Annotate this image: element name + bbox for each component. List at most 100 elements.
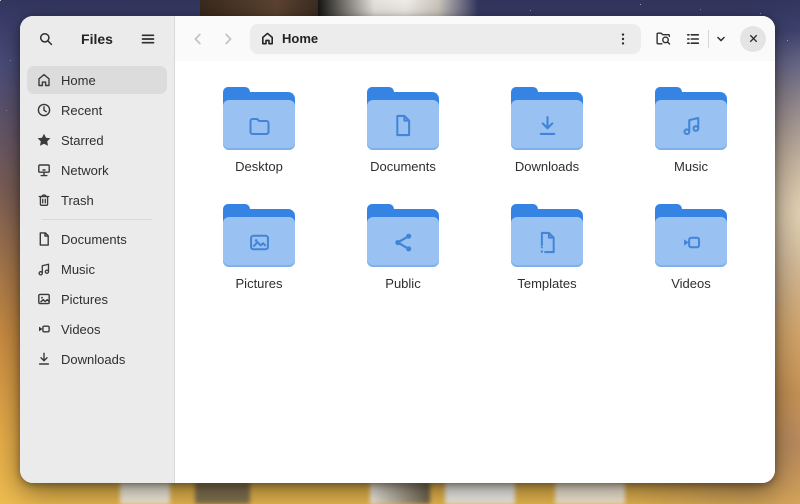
sidebar-item-label: Music (61, 261, 95, 277)
folder-name: Templates (517, 276, 577, 291)
folder-tile-documents[interactable]: Documents (331, 87, 475, 204)
sidebar-header: Files (20, 16, 174, 61)
image-icon (36, 291, 52, 307)
sidebar-places-list: Home Recent Starred Network Trash Docume… (20, 61, 174, 378)
sidebar-item-recent[interactable]: Recent (27, 96, 167, 124)
folder-name: Music (674, 159, 708, 174)
list-view-button[interactable] (679, 25, 707, 53)
path-bar[interactable]: Home (250, 23, 641, 54)
location-menu-button[interactable] (611, 27, 635, 51)
hamburger-menu-icon (140, 31, 156, 47)
folder-name: Desktop (235, 159, 283, 174)
close-window-button[interactable] (740, 25, 766, 52)
download-glyph (534, 112, 561, 139)
star-icon (36, 132, 52, 148)
wallpaper-stars (0, 0, 1, 1)
sidebar-item-downloads[interactable]: Downloads (27, 345, 167, 373)
back-chevron-icon (190, 31, 206, 47)
sidebar-item-home[interactable]: Home (27, 66, 167, 94)
clock-icon (36, 102, 52, 118)
trash-icon (36, 192, 52, 208)
list-view-icon (685, 31, 701, 47)
view-options-dropdown-button[interactable] (710, 25, 732, 53)
back-button[interactable] (184, 25, 212, 53)
image-glyph (246, 229, 273, 256)
folder-icon (511, 204, 583, 267)
folder-tile-pictures[interactable]: Pictures (187, 204, 331, 321)
sidebar-item-network[interactable]: Network (27, 156, 167, 184)
app-title: Files (81, 30, 113, 47)
wallpaper-rocket-exhaust (195, 482, 250, 504)
sidebar-item-label: Pictures (61, 291, 108, 307)
folder-name: Public (385, 276, 421, 291)
sidebar-item-label: Trash (61, 192, 94, 208)
sidebar-item-trash[interactable]: Trash (27, 186, 167, 214)
kebab-menu-icon (615, 31, 631, 47)
sidebar-item-label: Network (61, 162, 109, 178)
video-camera-icon (36, 321, 52, 337)
home-icon (260, 31, 275, 46)
folder-name: Videos (671, 276, 711, 291)
folder-tile-music[interactable]: Music (619, 87, 763, 204)
sidebar-item-music[interactable]: Music (27, 255, 167, 283)
search-button[interactable] (32, 25, 60, 53)
sidebar-item-label: Home (61, 72, 96, 88)
forward-button[interactable] (214, 25, 242, 53)
chevron-down-icon (714, 32, 728, 46)
search-icon (38, 31, 54, 47)
share-glyph (390, 229, 417, 256)
toolbar-separator (708, 29, 709, 48)
folder-tile-desktop[interactable]: Desktop (187, 87, 331, 204)
folder-name: Downloads (514, 159, 580, 174)
video-glyph (678, 229, 705, 256)
sidebar-separator (42, 219, 152, 220)
document-glyph (390, 112, 417, 139)
folder-icon (223, 87, 295, 150)
sidebar-item-documents[interactable]: Documents (27, 225, 167, 253)
wallpaper-rocket-exhaust (445, 482, 515, 504)
folder-icon (223, 204, 295, 267)
sidebar: Files Home Recent Starred Network Trash … (20, 16, 175, 483)
sidebar-item-label: Downloads (61, 351, 126, 367)
download-icon (36, 351, 52, 367)
close-icon (747, 32, 760, 45)
folder-tile-templates[interactable]: Templates (475, 204, 619, 321)
folder-icon (511, 87, 583, 150)
sidebar-item-label: Recent (61, 102, 103, 118)
folder-tile-downloads[interactable]: Downloads (475, 87, 619, 204)
sidebar-item-label: Starred (61, 132, 104, 148)
wallpaper-rocket-exhaust (120, 482, 170, 504)
music-glyph (678, 112, 705, 139)
sidebar-item-videos[interactable]: Videos (27, 315, 167, 343)
files-grid: Desktop Documents Downloads Music Pictur… (175, 61, 775, 321)
forward-chevron-icon (220, 31, 236, 47)
network-icon (36, 162, 52, 178)
wallpaper-balloon-highlight (318, 0, 478, 16)
folder-name: Documents (370, 159, 436, 174)
view-options-group (679, 25, 732, 53)
document-icon (36, 231, 52, 247)
desktop-wallpaper: Files Home Recent Starred Network Trash … (0, 0, 800, 504)
folder-search-icon (655, 30, 672, 47)
sidebar-item-pictures[interactable]: Pictures (27, 285, 167, 313)
headerbar: Home (175, 16, 775, 61)
folder-icon (367, 204, 439, 267)
folder-tile-videos[interactable]: Videos (619, 204, 763, 321)
main-menu-button[interactable] (134, 25, 162, 53)
folder-tile-public[interactable]: Public (331, 204, 475, 321)
content-pane: Home Desktop Documents Downloads Music P… (175, 16, 775, 483)
folder-icon (367, 87, 439, 150)
folder-icon (655, 204, 727, 267)
folder-icon (655, 87, 727, 150)
search-folder-button[interactable] (649, 25, 677, 53)
sidebar-item-label: Documents (61, 231, 127, 247)
sidebar-item-starred[interactable]: Starred (27, 126, 167, 154)
template-glyph (534, 229, 561, 256)
music-note-icon (36, 261, 52, 277)
current-location-label: Home (282, 31, 319, 46)
home-icon (36, 72, 52, 88)
folder-name: Pictures (235, 276, 283, 291)
files-window: Files Home Recent Starred Network Trash … (20, 16, 775, 483)
sidebar-item-label: Videos (61, 321, 101, 337)
wallpaper-rocket-exhaust (370, 482, 430, 504)
